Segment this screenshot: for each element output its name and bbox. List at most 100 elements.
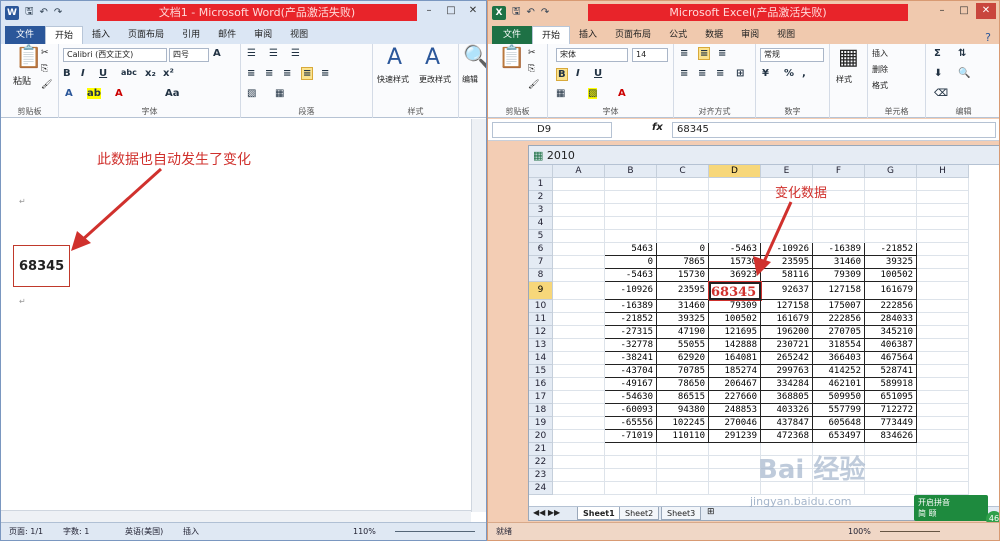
align-right-icon[interactable]: ≡ <box>283 68 291 79</box>
excel-redo-icon[interactable]: ↷ <box>541 7 549 18</box>
shading-icon[interactable]: ▧ <box>247 88 256 99</box>
excel-copy-icon[interactable]: ⎘ <box>528 64 535 74</box>
excel-underline-icon[interactable]: U <box>594 68 602 79</box>
excel-tab-review[interactable]: 审阅 <box>732 26 768 44</box>
fx-icon[interactable]: fx <box>652 122 663 133</box>
highlight-icon[interactable]: ab <box>87 88 101 99</box>
copy-icon[interactable]: ⎘ <box>41 64 48 74</box>
excel-format-painter-icon[interactable]: 🖌 <box>528 80 539 90</box>
excel-undo-icon[interactable]: ↶ <box>527 7 535 18</box>
tab-insert[interactable]: 插入 <box>83 26 119 44</box>
cut-icon[interactable]: ✂ <box>41 48 49 58</box>
excel-align-right-icon[interactable]: ≡ <box>716 68 724 79</box>
word-count[interactable]: 字数: 1 <box>63 523 89 540</box>
bottom-align-icon[interactable]: ≡ <box>718 48 726 59</box>
excel-borders-icon[interactable]: ▦ <box>556 88 565 99</box>
change-styles-icon[interactable]: A <box>425 46 440 70</box>
excel-tab-view[interactable]: 视图 <box>768 26 804 44</box>
middle-align-icon[interactable]: ≡ <box>698 47 711 60</box>
tab-page-layout[interactable]: 页面布局 <box>119 26 173 44</box>
help-icon[interactable]: ? <box>985 31 999 44</box>
align-left-icon[interactable]: ≡ <box>247 68 255 79</box>
insert-cells-button[interactable]: 插入 <box>872 48 888 59</box>
document-page[interactable]: 此数据也自动发生了变化 68345 ↵ ↵ <box>1 119 471 512</box>
excel-close-icon[interactable]: ✕ <box>976 3 996 19</box>
subscript-icon[interactable]: x₂ <box>145 68 156 79</box>
font-color-icon[interactable]: A <box>115 88 123 99</box>
excel-zoom-level[interactable]: 100% <box>848 523 871 540</box>
bold-icon[interactable]: B <box>63 68 71 79</box>
editing-button[interactable]: 编辑 <box>462 74 478 85</box>
excel-align-left-icon[interactable]: ≡ <box>680 68 688 79</box>
tab-references[interactable]: 引用 <box>173 26 209 44</box>
language[interactable]: 英语(美国) <box>125 523 163 540</box>
sheet-tab-2[interactable]: Sheet2 <box>619 507 660 520</box>
fill-icon[interactable]: ⬇ <box>934 68 942 79</box>
tab-mailings[interactable]: 邮件 <box>209 26 245 44</box>
superscript-icon[interactable]: x² <box>163 68 174 79</box>
find-icon[interactable]: 🔍 <box>463 46 486 70</box>
maximize-icon[interactable]: □ <box>441 3 461 19</box>
close-icon[interactable]: ✕ <box>463 3 483 19</box>
borders-icon[interactable]: ▦ <box>275 88 284 99</box>
distributed-icon[interactable]: ≡ <box>321 68 329 79</box>
clear-icon[interactable]: ⌫ <box>934 88 948 99</box>
merge-icon[interactable]: ⊞ <box>736 68 744 79</box>
numbering-icon[interactable]: ☰ <box>269 48 278 59</box>
strikethrough-icon[interactable]: abc <box>121 68 137 77</box>
number-format-select[interactable]: 常规 <box>760 48 824 62</box>
font-name-select[interactable]: Calibri (西文正文) <box>63 48 167 62</box>
excel-font-name-select[interactable]: 宋体 <box>556 48 628 62</box>
tab-file[interactable]: 文件 <box>5 26 46 44</box>
excel-tab-formulas[interactable]: 公式 <box>660 26 696 44</box>
save-icon[interactable]: 🖫 <box>25 4 34 21</box>
excel-tab-insert[interactable]: 插入 <box>570 26 606 44</box>
cell-styles-icon[interactable]: ▦ <box>838 46 859 70</box>
format-cells-button[interactable]: 格式 <box>872 80 888 91</box>
bullets-icon[interactable]: ☰ <box>247 48 256 59</box>
word-app-icon[interactable]: W <box>5 5 19 20</box>
change-case-icon[interactable]: Aa <box>165 88 180 99</box>
sheet-tab-3[interactable]: Sheet3 <box>661 507 702 520</box>
excel-tab-file[interactable]: 文件 <box>492 26 533 44</box>
word-vertical-scrollbar[interactable] <box>471 119 486 512</box>
font-size-select[interactable]: 四号 <box>169 48 209 62</box>
tab-home[interactable]: 开始 <box>45 26 84 44</box>
top-align-icon[interactable]: ≡ <box>680 48 688 59</box>
excel-tab-home[interactable]: 开始 <box>532 26 571 44</box>
word-zoom-slider[interactable] <box>395 531 475 532</box>
multilevel-list-icon[interactable]: ☰ <box>291 48 300 59</box>
percent-icon[interactable]: % <box>784 68 794 79</box>
excel-tab-data[interactable]: 数据 <box>696 26 732 44</box>
excel-maximize-icon[interactable]: □ <box>954 3 974 19</box>
excel-italic-icon[interactable]: I <box>576 68 580 79</box>
excel-fill-icon[interactable]: ▧ <box>588 88 598 99</box>
quick-styles-button[interactable]: 快速样式 <box>377 74 409 85</box>
formula-input[interactable]: 68345 <box>672 122 996 138</box>
new-sheet-icon[interactable]: ⊞ <box>707 507 715 517</box>
insert-mode[interactable]: 插入 <box>183 523 199 540</box>
paste-icon[interactable]: 📋 <box>15 46 42 70</box>
minimize-icon[interactable]: – <box>419 3 439 19</box>
excel-save-icon[interactable]: 🖫 <box>512 4 521 21</box>
name-box[interactable]: D9 <box>492 122 612 138</box>
page-count[interactable]: 页面: 1/1 <box>9 523 43 540</box>
autosum-icon[interactable]: Σ <box>934 48 941 59</box>
excel-cut-icon[interactable]: ✂ <box>528 48 536 58</box>
excel-zoom-slider[interactable] <box>880 531 940 532</box>
undo-icon[interactable]: ↶ <box>40 7 48 18</box>
quick-styles-icon[interactable]: A <box>387 46 402 70</box>
justify-icon[interactable]: ≡ <box>301 67 314 80</box>
redo-icon[interactable]: ↷ <box>54 7 62 18</box>
word-zoom-level[interactable]: 110% <box>353 523 376 540</box>
sheet-tab-1[interactable]: Sheet1 <box>577 507 621 520</box>
align-center-icon[interactable]: ≡ <box>265 68 273 79</box>
ime-badge[interactable]: 开启拼音 简 颐 <box>914 495 988 521</box>
comma-icon[interactable]: , <box>802 68 806 79</box>
excel-font-color-icon[interactable]: A <box>618 88 626 99</box>
excel-font-size-select[interactable]: 14 <box>632 48 668 62</box>
excel-app-icon[interactable]: X <box>492 5 506 20</box>
tab-view[interactable]: 视图 <box>281 26 317 44</box>
excel-align-center-icon[interactable]: ≡ <box>698 68 706 79</box>
sort-filter-icon[interactable]: ⇅ <box>958 48 966 59</box>
